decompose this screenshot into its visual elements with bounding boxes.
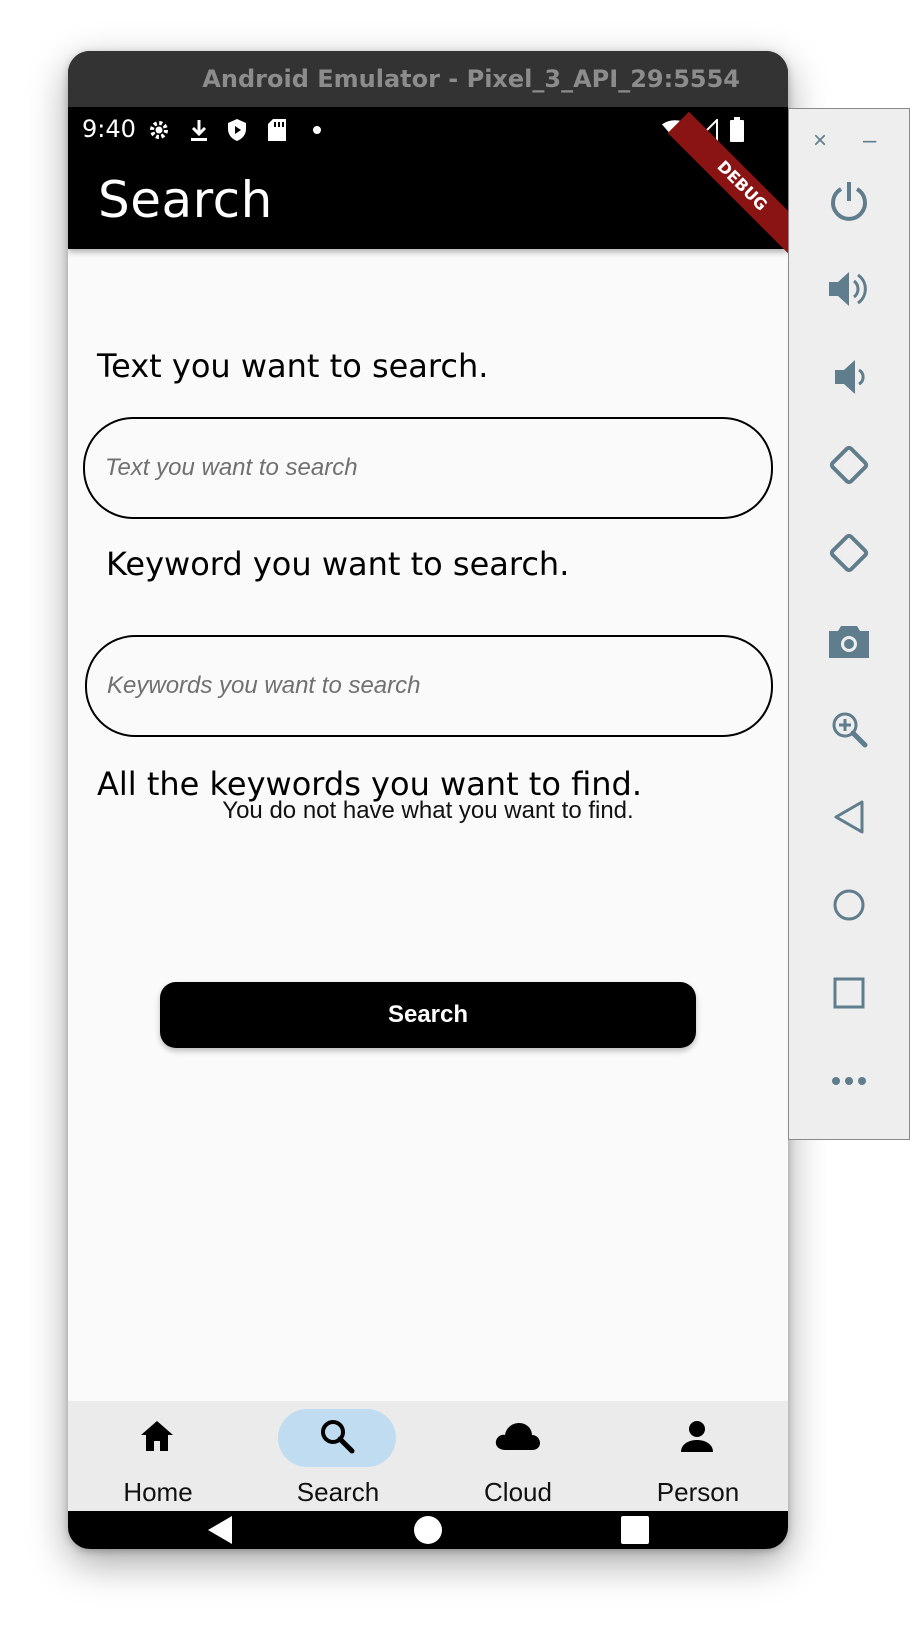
nav-label-cloud: Cloud [484, 1477, 552, 1507]
cloud-icon [494, 1421, 540, 1456]
back-icon[interactable] [190, 1511, 250, 1549]
search-icon [319, 1418, 355, 1459]
volume-down-icon[interactable] [819, 347, 879, 407]
empty-keywords-message: You do not have what you want to find. [222, 797, 634, 824]
window-titlebar[interactable]: Android Emulator - Pixel_3_API_29:5554 [68, 51, 788, 107]
nav-item-home[interactable]: Home [68, 1401, 248, 1511]
page-title: Search [98, 171, 273, 229]
text-search-label: Text you want to search. [97, 347, 489, 385]
text-search-input[interactable] [83, 417, 773, 519]
camera-icon[interactable] [819, 611, 879, 671]
nav-label-search: Search [296, 1477, 380, 1507]
zoom-icon[interactable] [819, 699, 879, 759]
nav-pill-active [278, 1409, 396, 1467]
home-icon [139, 1419, 175, 1458]
nav-item-person[interactable]: Person [608, 1401, 788, 1511]
emulator-side-toolbar: × – [788, 108, 910, 1140]
search-button[interactable]: Search [160, 982, 696, 1048]
back-triangle-icon[interactable] [819, 787, 879, 847]
shield-icon [224, 117, 250, 143]
system-navigation-bar [68, 1511, 788, 1549]
window-title: Android Emulator - Pixel_3_API_29:5554 [202, 65, 740, 93]
sd-card-icon [264, 117, 290, 143]
home-circle-outline-icon[interactable] [819, 875, 879, 935]
app-bar: Search DEBUG [68, 111, 788, 261]
rotate-right-icon[interactable] [819, 523, 879, 583]
keyword-search-label: Keyword you want to search. [106, 545, 570, 583]
device-screen: 9:40 Search DEBUG Text you want to searc… [68, 107, 788, 1549]
keyword-search-input[interactable] [85, 635, 773, 737]
nav-item-cloud[interactable]: Cloud [428, 1401, 608, 1511]
nav-label-home: Home [123, 1477, 193, 1507]
nav-label-person: Person [656, 1477, 740, 1507]
home-circle-icon[interactable] [398, 1511, 458, 1549]
download-icon [186, 117, 212, 143]
close-icon[interactable]: × [813, 127, 827, 155]
minimize-icon[interactable]: – [863, 127, 876, 155]
overview-square-icon[interactable] [819, 963, 879, 1023]
battery-icon [724, 117, 750, 143]
more-icon[interactable] [819, 1051, 879, 1111]
bottom-navigation: Home Search Cloud Person [68, 1401, 788, 1511]
nav-pill [458, 1409, 576, 1467]
power-icon[interactable] [819, 171, 879, 231]
rotate-left-icon[interactable] [819, 435, 879, 495]
volume-up-icon[interactable] [819, 259, 879, 319]
person-icon [681, 1420, 713, 1457]
nav-pill [98, 1409, 216, 1467]
settings-icon [146, 117, 172, 143]
overview-icon[interactable] [605, 1511, 665, 1549]
nav-item-search[interactable]: Search [248, 1401, 428, 1511]
emulator-window: Android Emulator - Pixel_3_API_29:5554 9… [68, 51, 788, 1549]
status-time: 9:40 [82, 115, 136, 143]
nav-pill [638, 1409, 756, 1467]
notification-dot-icon [304, 117, 330, 143]
